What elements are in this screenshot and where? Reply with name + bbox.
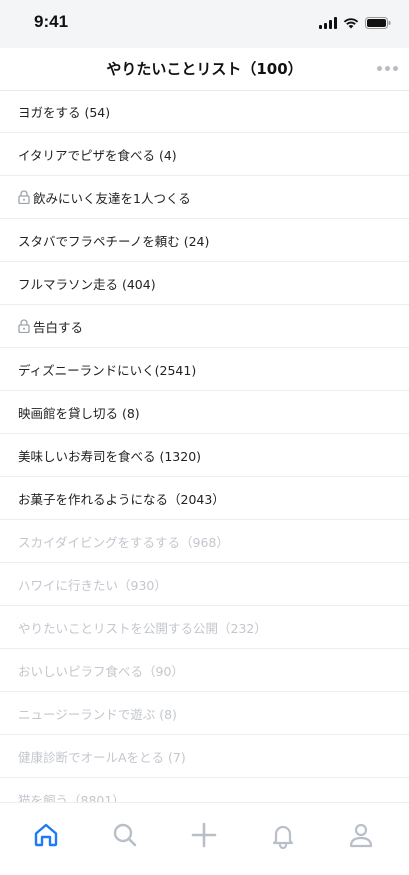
lock-icon [18, 190, 30, 204]
list-item[interactable]: スタバでフラペチーノを頼む (24) [0, 219, 409, 262]
more-dot-icon [384, 65, 390, 71]
list-item-label: スカイダイビングをするする（968） [18, 534, 229, 550]
list-item[interactable]: スカイダイビングをするする（968） [0, 520, 409, 563]
list-item[interactable]: フルマラソン走る (404) [0, 262, 409, 305]
status-bar: 9:41 [0, 0, 409, 48]
tab-home[interactable] [28, 819, 64, 855]
status-time: 9:41 [34, 12, 69, 31]
tab-notifications[interactable] [265, 819, 301, 855]
signal-icon [319, 14, 337, 33]
list-item[interactable]: やりたいことリストを公開する公開（232） [0, 606, 409, 649]
more-dot-icon [376, 65, 382, 71]
list-item-label: おいしいピラフ食べる（90） [18, 663, 184, 679]
battery-icon [365, 14, 391, 33]
status-icons [319, 14, 391, 33]
list-item[interactable]: おいしいピラフ食べる（90） [0, 649, 409, 692]
home-icon [32, 821, 60, 853]
app-screen: 9:41 やりたいことリスト（100） ヨガをする (54) イタリアでピザを食… [0, 0, 409, 875]
list-item-label: 猫を飼う（8801） [18, 792, 125, 803]
list-item-label: スタバでフラペチーノを頼む (24) [18, 233, 210, 249]
bell-icon [269, 821, 297, 853]
list-item-label: 健康診断でオールAをとる (7) [18, 749, 186, 765]
list-item[interactable]: 猫を飼う（8801） [0, 778, 409, 803]
tab-add[interactable] [186, 819, 222, 855]
tab-profile[interactable] [343, 819, 379, 855]
list-item-label: ハワイに行きたい（930） [18, 577, 167, 593]
search-icon [111, 821, 139, 853]
list-item-label: ニュージーランドで遊ぶ (8) [18, 706, 177, 722]
page-title: やりたいことリスト（100） [106, 60, 303, 78]
list-item-label: ヨガをする (54) [18, 104, 111, 120]
list-item[interactable]: ニュージーランドで遊ぶ (8) [0, 692, 409, 735]
list-item-label: やりたいことリストを公開する公開（232） [18, 620, 267, 636]
plus-icon [190, 821, 218, 853]
list-item[interactable]: 映画館を貸し切る (8) [0, 391, 409, 434]
list-item[interactable]: 健康診断でオールAをとる (7) [0, 735, 409, 778]
person-icon [347, 821, 375, 853]
nav-header: やりたいことリスト（100） [0, 48, 409, 91]
list-item-label: フルマラソン走る (404) [18, 276, 156, 292]
more-options-button[interactable] [373, 56, 401, 80]
wifi-icon [343, 14, 359, 33]
list-item[interactable]: ディズニーランドにいく(2541) [0, 348, 409, 391]
list-item[interactable]: ハワイに行きたい（930） [0, 563, 409, 606]
list-item-label: イタリアでピザを食べる (4) [18, 147, 177, 163]
list-item-label: 美味しいお寿司を食べる (1320) [18, 448, 202, 464]
list-item[interactable]: イタリアでピザを食べる (4) [0, 133, 409, 176]
list-item[interactable]: 飲みにいく友達を1人つくる [0, 176, 409, 219]
list-item[interactable]: 美味しいお寿司を食べる (1320) [0, 434, 409, 477]
list-item-label: 飲みにいく友達を1人つくる [33, 190, 191, 206]
wish-list: ヨガをする (54) イタリアでピザを食べる (4) 飲みにいく友達を1人つくるスタ… [0, 90, 409, 802]
tab-search[interactable] [107, 819, 143, 855]
lock-icon [18, 319, 30, 333]
list-item[interactable]: 告白する [0, 305, 409, 348]
list-item-label: 告白する [33, 319, 84, 335]
tab-bar [0, 802, 409, 875]
list-item[interactable]: ヨガをする (54) [0, 90, 409, 133]
list-item-label: お菓子を作れるようになる（2043） [18, 491, 225, 507]
list-item-label: 映画館を貸し切る (8) [18, 405, 140, 421]
list-item-label: ディズニーランドにいく(2541) [18, 362, 197, 378]
more-dot-icon [392, 65, 398, 71]
list-item[interactable]: お菓子を作れるようになる（2043） [0, 477, 409, 520]
